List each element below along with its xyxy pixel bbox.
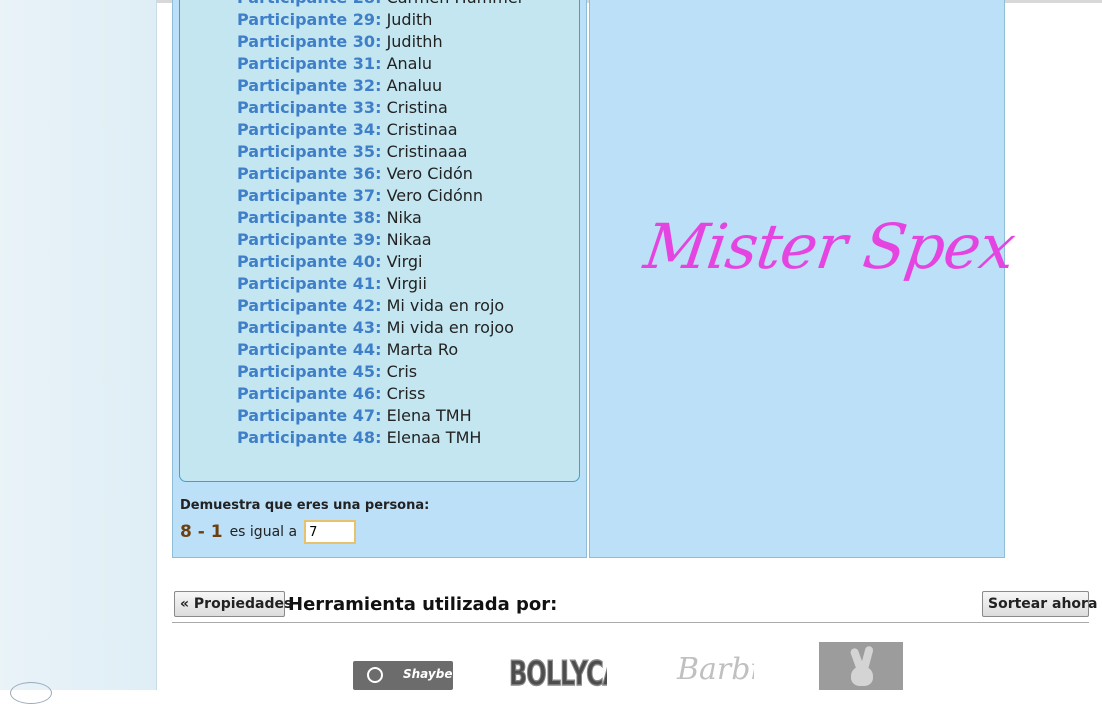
participant-name: Cristinaaa xyxy=(386,142,468,161)
participant-row: Participante 48: Elenaa TMH xyxy=(237,427,522,449)
participant-row: Participante 28: Carmen Hummel xyxy=(237,0,522,9)
left-sidebar-background xyxy=(0,0,157,690)
participant-label: Participante 33: xyxy=(237,98,382,117)
participant-row: Participante 45: Cris xyxy=(237,361,522,383)
participant-label: Participante 32: xyxy=(237,76,382,95)
participant-label: Participante 37: xyxy=(237,186,382,205)
participant-label: Participante 30: xyxy=(237,32,382,51)
participant-name: Nika xyxy=(386,208,422,227)
participant-row: Participante 41: Virgii xyxy=(237,273,522,295)
participant-name: Criss xyxy=(386,384,426,403)
participant-name: Virgii xyxy=(386,274,427,293)
participant-name: Mi vida en rojo xyxy=(386,296,505,315)
participant-name: Elena TMH xyxy=(386,406,472,425)
shayber-logo-text: Shayber xyxy=(403,667,453,681)
participant-name: Cris xyxy=(386,362,418,381)
captcha-row: 8 - 1 es igual a xyxy=(180,520,357,544)
participant-row: Participante 36: Vero Cidón xyxy=(237,163,522,185)
participant-label: Participante 35: xyxy=(237,142,382,161)
captcha-title: Demuestra que eres una persona: xyxy=(180,498,430,513)
participant-name: Cristina xyxy=(386,98,448,117)
participant-row: Participante 29: Judith xyxy=(237,9,522,31)
propiedades-button[interactable]: « Propiedades xyxy=(174,591,292,617)
shayber-emblem-icon xyxy=(367,667,383,683)
participant-name: Vero Cidónn xyxy=(386,186,484,205)
participant-row: Participante 42: Mi vida en rojo xyxy=(237,295,522,317)
sortear-ahora-button[interactable]: Sortear ahora xyxy=(982,591,1097,617)
participant-row: Participante 33: Cristina xyxy=(237,97,522,119)
participant-label: Participante 43: xyxy=(237,318,382,337)
captcha-equals-text: es igual a xyxy=(229,524,298,540)
captcha-expression: 8 - 1 xyxy=(180,522,223,542)
participant-row: Participante 44: Marta Ro xyxy=(237,339,522,361)
participant-row: Participante 30: Judithh xyxy=(237,31,522,53)
participant-row: Participante 35: Cristinaaa xyxy=(237,141,522,163)
participants-list-box: Participante 28: Carmen HummelParticipan… xyxy=(179,0,580,482)
participant-name: Judith xyxy=(386,10,433,29)
participant-name: Cristinaa xyxy=(386,120,458,139)
participant-row: Participante 32: Analuu xyxy=(237,75,522,97)
participant-label: Participante 48: xyxy=(237,428,382,447)
playboy-logo[interactable] xyxy=(819,642,903,690)
participant-label: Participante 31: xyxy=(237,54,382,73)
barbie-logo-text: Barbie xyxy=(677,652,754,687)
bollycao-logo[interactable]: BOLLYCAO xyxy=(505,648,607,690)
participant-label: Participante 38: xyxy=(237,208,382,227)
shayber-logo[interactable]: Shayber xyxy=(353,661,453,690)
playboy-bunny-head-icon xyxy=(851,666,873,686)
barbie-logo[interactable]: Barbie xyxy=(674,652,754,690)
participant-name: Carmen Hummel xyxy=(387,0,523,7)
participant-label: Participante 47: xyxy=(237,406,382,425)
participant-name: Analuu xyxy=(386,76,443,95)
participant-name: Judithh xyxy=(386,32,443,51)
participant-row: Participante 40: Virgi xyxy=(237,251,522,273)
participant-row: Participante 34: Cristinaa xyxy=(237,119,522,141)
participant-row: Participante 43: Mi vida en rojoo xyxy=(237,317,522,339)
participant-label: Participante 44: xyxy=(237,340,382,359)
participant-name: Analu xyxy=(386,54,433,73)
participant-row: Participante 39: Nikaa xyxy=(237,229,522,251)
footer-divider xyxy=(172,622,1089,623)
participant-label: Participante 45: xyxy=(237,362,382,381)
participant-name: Mi vida en rojoo xyxy=(386,318,514,337)
participant-row: Participante 38: Nika xyxy=(237,207,522,229)
participant-name: Vero Cidón xyxy=(386,164,473,183)
participant-label: Participante 46: xyxy=(237,384,382,403)
corner-decoration xyxy=(10,682,52,704)
participant-label: Participante 41: xyxy=(237,274,382,293)
participant-row: Participante 46: Criss xyxy=(237,383,522,405)
participant-name: Nikaa xyxy=(386,230,432,249)
participants-list: Participante 28: Carmen HummelParticipan… xyxy=(237,0,522,449)
mister-spex-logo[interactable]: Mister Spex xyxy=(640,210,1019,283)
participant-label: Participante 36: xyxy=(237,164,382,183)
participant-label: Participante 29: xyxy=(237,10,382,29)
participant-row: Participante 47: Elena TMH xyxy=(237,405,522,427)
ad-panel: Mister Spex xyxy=(589,0,1019,558)
participant-name: Elenaa TMH xyxy=(386,428,482,447)
participant-name: Virgi xyxy=(386,252,423,271)
participant-row: Participante 37: Vero Cidónn xyxy=(237,185,522,207)
participant-label: Participante 42: xyxy=(237,296,382,315)
participants-panel: Participante 28: Carmen HummelParticipan… xyxy=(172,0,587,558)
tools-heading: Herramienta utilizada por: xyxy=(288,594,558,615)
participant-label: Participante 28: xyxy=(237,0,381,7)
participant-name: Marta Ro xyxy=(386,340,459,359)
participant-label: Participante 40: xyxy=(237,252,382,271)
participant-row: Participante 31: Analu xyxy=(237,53,522,75)
captcha-answer-input[interactable] xyxy=(304,520,357,544)
participant-label: Participante 34: xyxy=(237,120,382,139)
participant-label: Participante 39: xyxy=(237,230,382,249)
bollycao-logo-text: BOLLYCAO xyxy=(509,653,607,690)
